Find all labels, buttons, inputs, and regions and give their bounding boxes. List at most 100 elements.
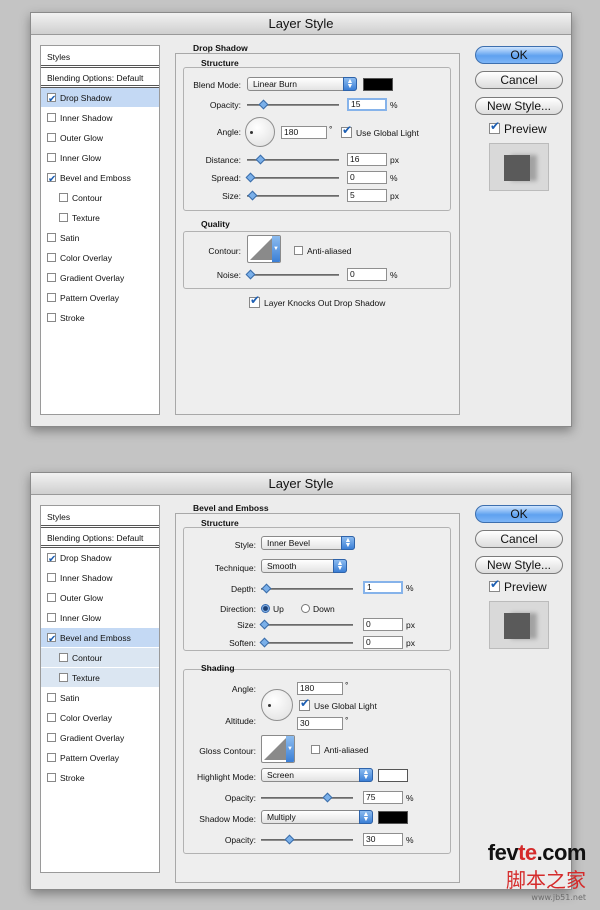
satin-checkbox[interactable] xyxy=(47,233,56,243)
gloss-contour-picker[interactable]: ▼ xyxy=(261,735,295,763)
blending-options-item[interactable]: Blending Options: Default xyxy=(41,528,159,548)
shadow-color-swatch[interactable] xyxy=(378,811,408,824)
style-item-bevel-emboss[interactable]: Bevel and Emboss xyxy=(41,628,159,650)
direction-up-option[interactable]: Up xyxy=(261,604,284,614)
preview-checkbox[interactable] xyxy=(489,119,500,135)
preview-checkbox[interactable] xyxy=(489,577,500,593)
use-global-light-checkbox[interactable] xyxy=(341,123,352,139)
style-item-satin[interactable]: Satin xyxy=(41,228,159,248)
stroke-checkbox[interactable] xyxy=(47,773,56,783)
blending-options-item[interactable]: Blending Options: Default xyxy=(41,68,159,88)
size-input[interactable]: 0 xyxy=(363,618,403,631)
style-item-drop-shadow[interactable]: Drop Shadow xyxy=(41,88,159,110)
angle-dial[interactable] xyxy=(245,117,275,147)
inner-shadow-checkbox[interactable] xyxy=(47,113,56,123)
shadow-color-swatch[interactable] xyxy=(363,78,393,91)
highlight-opacity-slider[interactable] xyxy=(261,792,353,803)
distance-input[interactable]: 16 xyxy=(347,153,387,166)
style-item-inner-shadow[interactable]: Inner Shadow xyxy=(41,568,159,588)
style-item-color-overlay[interactable]: Color Overlay xyxy=(41,708,159,728)
direction-down-option[interactable]: Down xyxy=(301,604,335,614)
angle-input[interactable]: 180 xyxy=(297,682,343,695)
angle-altitude-dial[interactable] xyxy=(261,689,293,721)
technique-select[interactable]: Smooth ▲ ▼ xyxy=(261,559,347,573)
highlight-opacity-input[interactable]: 75 xyxy=(363,791,403,804)
style-item-drop-shadow[interactable]: Drop Shadow xyxy=(41,548,159,570)
color-overlay-checkbox[interactable] xyxy=(47,253,56,263)
inner-glow-checkbox[interactable] xyxy=(47,153,56,163)
satin-checkbox[interactable] xyxy=(47,693,56,703)
bevel-emboss-checkbox[interactable] xyxy=(47,630,56,650)
depth-slider[interactable] xyxy=(261,583,353,594)
anti-aliased-option[interactable]: Anti-aliased xyxy=(294,246,351,256)
texture-checkbox[interactable] xyxy=(59,673,68,683)
style-item-pattern-overlay[interactable]: Pattern Overlay xyxy=(41,748,159,768)
noise-input[interactable]: 0 xyxy=(347,268,387,281)
style-item-outer-glow[interactable]: Outer Glow xyxy=(41,128,159,148)
style-item-contour[interactable]: Contour xyxy=(41,188,159,208)
ok-button[interactable]: OK xyxy=(475,505,563,523)
style-item-pattern-overlay[interactable]: Pattern Overlay xyxy=(41,288,159,308)
shadow-opacity-input[interactable]: 30 xyxy=(363,833,403,846)
style-item-gradient-overlay[interactable]: Gradient Overlay xyxy=(41,268,159,288)
style-item-inner-glow[interactable]: Inner Glow xyxy=(41,608,159,628)
bevel-style-select[interactable]: Inner Bevel ▲ ▼ xyxy=(261,536,355,550)
style-item-gradient-overlay[interactable]: Gradient Overlay xyxy=(41,728,159,748)
color-overlay-checkbox[interactable] xyxy=(47,713,56,723)
pattern-overlay-checkbox[interactable] xyxy=(47,753,56,763)
bevel-emboss-checkbox[interactable] xyxy=(47,170,56,190)
opacity-slider[interactable] xyxy=(247,99,339,110)
style-item-inner-glow[interactable]: Inner Glow xyxy=(41,148,159,168)
use-global-light-option[interactable]: Use Global Light xyxy=(299,696,377,712)
spread-input[interactable]: 0 xyxy=(347,171,387,184)
cancel-button[interactable]: Cancel xyxy=(475,71,563,89)
drop-shadow-checkbox[interactable] xyxy=(47,90,56,110)
soften-input[interactable]: 0 xyxy=(363,636,403,649)
inner-glow-checkbox[interactable] xyxy=(47,613,56,623)
depth-input[interactable]: 1 xyxy=(363,581,403,594)
size-input[interactable]: 5 xyxy=(347,189,387,202)
shadow-mode-select[interactable]: Multiply ▲ ▼ xyxy=(261,810,373,824)
altitude-input[interactable]: 30 xyxy=(297,717,343,730)
preview-option[interactable]: Preview xyxy=(489,577,547,594)
highlight-color-swatch[interactable] xyxy=(378,769,408,782)
styles-header[interactable]: Styles xyxy=(41,506,159,528)
new-style-button[interactable]: New Style... xyxy=(475,97,563,115)
noise-slider[interactable] xyxy=(245,269,339,280)
style-item-texture[interactable]: Texture xyxy=(41,208,159,228)
use-global-light-checkbox[interactable] xyxy=(299,696,310,712)
inner-shadow-checkbox[interactable] xyxy=(47,573,56,583)
gradient-overlay-checkbox[interactable] xyxy=(47,273,56,283)
new-style-button[interactable]: New Style... xyxy=(475,556,563,574)
anti-aliased-checkbox[interactable] xyxy=(294,246,303,256)
style-item-inner-shadow[interactable]: Inner Shadow xyxy=(41,108,159,128)
cancel-button[interactable]: Cancel xyxy=(475,530,563,548)
style-item-stroke[interactable]: Stroke xyxy=(41,768,159,788)
angle-input[interactable]: 180 xyxy=(281,126,327,139)
style-item-bevel-emboss[interactable]: Bevel and Emboss xyxy=(41,168,159,190)
direction-down-radio[interactable] xyxy=(301,604,310,614)
preview-option[interactable]: Preview xyxy=(489,119,547,136)
highlight-mode-select[interactable]: Screen ▲ ▼ xyxy=(261,768,373,782)
texture-checkbox[interactable] xyxy=(59,213,68,223)
style-item-outer-glow[interactable]: Outer Glow xyxy=(41,588,159,608)
anti-aliased-option[interactable]: Anti-aliased xyxy=(311,745,368,755)
contour-picker[interactable]: ▼ xyxy=(247,235,281,263)
size-slider[interactable] xyxy=(247,190,339,201)
soften-slider[interactable] xyxy=(259,637,353,648)
use-global-light-option[interactable]: Use Global Light xyxy=(341,123,419,139)
knockout-option[interactable]: Layer Knocks Out Drop Shadow xyxy=(249,293,385,309)
gradient-overlay-checkbox[interactable] xyxy=(47,733,56,743)
opacity-input[interactable]: 15 xyxy=(347,98,387,111)
knockout-checkbox[interactable] xyxy=(249,293,260,309)
contour-checkbox[interactable] xyxy=(59,653,68,663)
styles-header[interactable]: Styles xyxy=(41,46,159,68)
drop-shadow-checkbox[interactable] xyxy=(47,550,56,570)
style-item-color-overlay[interactable]: Color Overlay xyxy=(41,248,159,268)
distance-slider[interactable] xyxy=(247,154,339,165)
contour-checkbox[interactable] xyxy=(59,193,68,203)
style-item-stroke[interactable]: Stroke xyxy=(41,308,159,328)
outer-glow-checkbox[interactable] xyxy=(47,133,56,143)
direction-up-radio[interactable] xyxy=(261,604,270,614)
ok-button[interactable]: OK xyxy=(475,46,563,64)
